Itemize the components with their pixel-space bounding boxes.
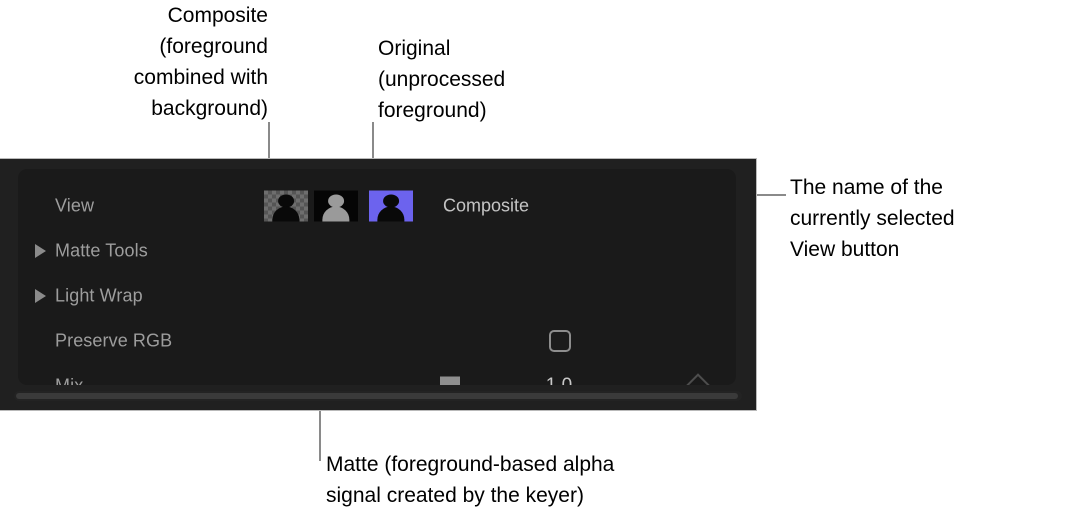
parameter-row-preserve-rgb: Preserve RGB	[18, 318, 736, 363]
matte-tools-row-label: Matte Tools	[55, 240, 148, 260]
preserve-rgb-row-label: Preserve RGB	[55, 330, 173, 350]
parameter-list-panel: View Composite Matte Tools Light Wrap Pr…	[18, 169, 736, 385]
view-button-composite[interactable]	[264, 190, 308, 221]
callout-view-name-label: The name of the currently selected View …	[790, 176, 955, 261]
parameter-row-mix: Mix 1.0	[18, 363, 736, 385]
callout-composite-label: Composite (foreground combined with back…	[133, 4, 268, 120]
mix-slider-track[interactable]	[276, 384, 458, 385]
person-silhouette-icon	[369, 190, 413, 221]
horizontal-scrollbar-thumb[interactable]	[16, 393, 738, 399]
selected-view-name: Composite	[443, 195, 530, 215]
keyframe-diamond-icon[interactable]	[685, 372, 711, 385]
preserve-rgb-checkbox[interactable]	[549, 329, 571, 352]
mix-value-field[interactable]: 1.0	[516, 375, 602, 386]
disclosure-triangle-icon[interactable]	[35, 288, 46, 303]
parameter-row-matte-tools[interactable]: Matte Tools	[18, 228, 736, 273]
view-button-matte[interactable]	[314, 190, 358, 221]
light-wrap-row-label: Light Wrap	[55, 285, 143, 305]
person-silhouette-icon	[314, 190, 358, 221]
horizontal-scrollbar-track[interactable]	[14, 391, 742, 401]
parameter-row-view: View Composite	[18, 183, 736, 228]
callout-matte-label: Matte (foreground-based alpha signal cre…	[326, 453, 615, 507]
view-row-label: View	[55, 195, 95, 215]
disclosure-triangle-icon[interactable]	[35, 243, 46, 258]
callout-original-label: Original (unprocessed foreground)	[378, 37, 506, 122]
parameter-row-light-wrap[interactable]: Light Wrap	[18, 273, 736, 318]
mix-row-label: Mix	[55, 375, 84, 385]
mix-slider-thumb[interactable]	[440, 376, 460, 385]
view-button-original[interactable]	[369, 190, 413, 221]
person-silhouette-icon	[264, 190, 308, 221]
keyer-inspector-window: View Composite Matte Tools Light Wrap Pr…	[0, 158, 757, 411]
